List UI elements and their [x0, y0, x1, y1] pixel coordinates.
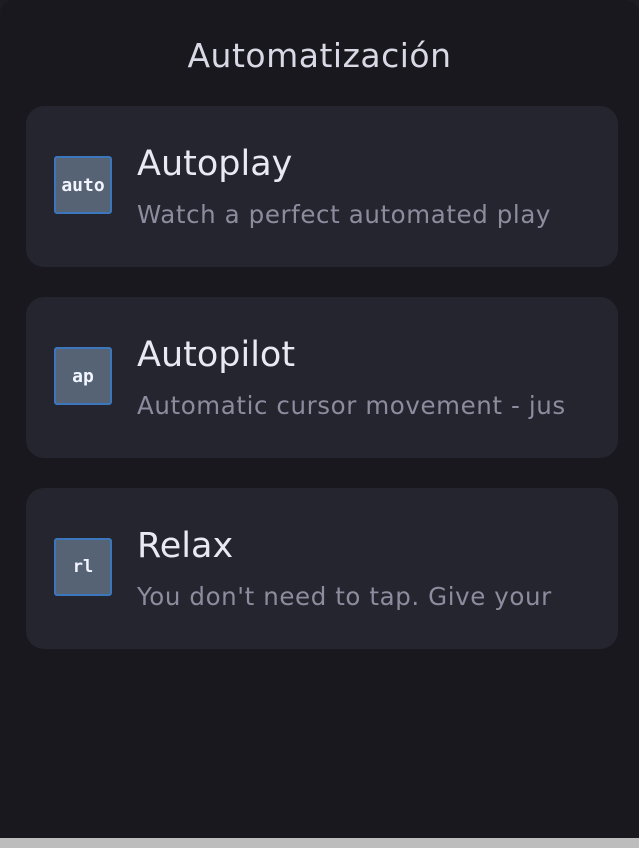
- automation-panel: Automatización auto Autoplay Watch a per…: [0, 0, 639, 838]
- bottom-bar: [0, 838, 639, 848]
- mod-description: You don't need to tap. Give your: [137, 582, 552, 611]
- mod-card-relax[interactable]: rl Relax You don't need to tap. Give you…: [26, 488, 618, 649]
- mod-card-autopilot[interactable]: ap Autopilot Automatic cursor movement -…: [26, 297, 618, 458]
- mod-card-autoplay[interactable]: auto Autoplay Watch a perfect automated …: [26, 106, 618, 267]
- mod-description: Watch a perfect automated play: [137, 200, 552, 229]
- autopilot-icon: ap: [54, 347, 112, 405]
- autoplay-icon: auto: [54, 156, 112, 214]
- panel-title: Automatización: [187, 36, 452, 75]
- mod-name: Relax: [137, 526, 234, 566]
- mod-list: auto Autoplay Watch a perfect automated …: [26, 106, 618, 679]
- mod-name: Autoplay: [137, 144, 293, 184]
- mod-description: Automatic cursor movement - jus: [137, 391, 566, 420]
- relax-icon: rl: [54, 538, 112, 596]
- mod-name: Autopilot: [137, 335, 296, 375]
